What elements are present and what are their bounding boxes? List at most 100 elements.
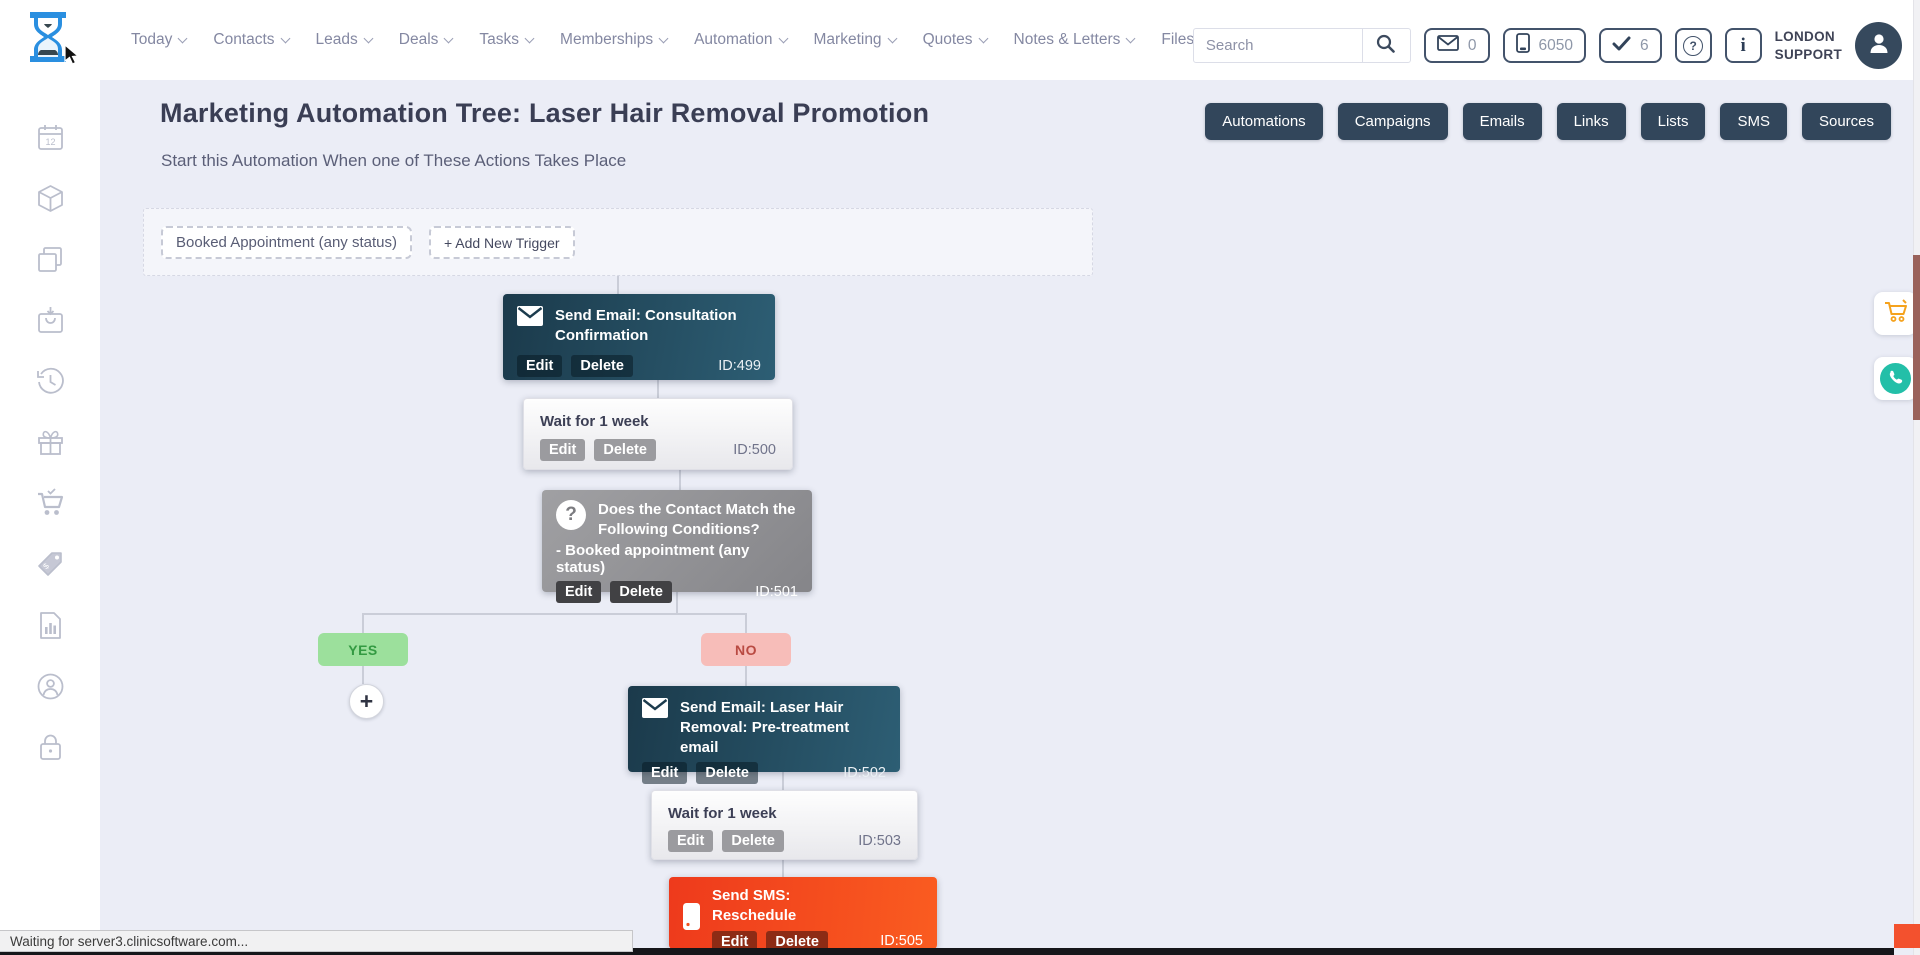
- tasks-badge[interactable]: 6: [1599, 28, 1662, 63]
- nav-label: Notes & Letters: [1014, 31, 1121, 49]
- links-button[interactable]: Links: [1557, 103, 1626, 140]
- edit-button[interactable]: Edit: [540, 439, 585, 461]
- node-title: Send Email: Laser Hair Removal: Pre-trea…: [680, 698, 886, 757]
- floating-whatsapp-button[interactable]: [1874, 357, 1917, 400]
- node-id: ID:499: [718, 358, 761, 374]
- lists-button[interactable]: Lists: [1641, 103, 1706, 140]
- connector-line: [617, 276, 619, 294]
- account-name-line2: SUPPORT: [1775, 46, 1842, 64]
- account-circle-icon[interactable]: [35, 671, 66, 702]
- sms-button[interactable]: SMS: [1720, 103, 1787, 140]
- nav-contacts[interactable]: Contacts: [213, 31, 288, 49]
- edit-button[interactable]: Edit: [556, 581, 601, 603]
- automation-node-condition-501[interactable]: ? Does the Contact Match the Following C…: [542, 490, 812, 592]
- package-icon[interactable]: [35, 183, 66, 214]
- connector-line: [745, 613, 747, 633]
- delete-button[interactable]: Delete: [722, 830, 784, 852]
- edit-button[interactable]: Edit: [517, 355, 562, 377]
- branch-no-label: NO: [701, 633, 791, 666]
- nav-label: Memberships: [560, 31, 653, 49]
- history-icon[interactable]: [35, 366, 66, 397]
- automations-button[interactable]: Automations: [1205, 103, 1322, 140]
- automation-node-wait-500[interactable]: Wait for 1 week Edit Delete ID:500: [523, 398, 793, 470]
- connector-line: [362, 666, 364, 684]
- automation-node-wait-503[interactable]: Wait for 1 week Edit Delete ID:503: [651, 790, 918, 860]
- nav-marketing[interactable]: Marketing: [814, 31, 896, 49]
- connector-line: [362, 613, 747, 615]
- page-subtitle: Start this Automation When one of These …: [161, 151, 626, 171]
- nav-label: Quotes: [923, 31, 973, 49]
- report-icon[interactable]: [35, 610, 66, 641]
- delete-button[interactable]: Delete: [594, 439, 656, 461]
- avatar[interactable]: [1855, 22, 1902, 69]
- nav-automation[interactable]: Automation: [694, 31, 786, 49]
- sources-button[interactable]: Sources: [1802, 103, 1891, 140]
- lock-icon[interactable]: [35, 732, 66, 763]
- gift-icon[interactable]: [35, 427, 66, 458]
- search-button[interactable]: [1362, 29, 1408, 62]
- calendar-icon[interactable]: 12: [35, 122, 66, 153]
- envelope-icon: [517, 306, 543, 331]
- delete-button[interactable]: Delete: [571, 355, 633, 377]
- add-step-button[interactable]: +: [349, 684, 384, 719]
- search-input[interactable]: [1194, 37, 1362, 54]
- add-trigger-button[interactable]: + Add New Trigger: [429, 226, 575, 259]
- main-nav: Today Contacts Leads Deals Tasks Members…: [131, 0, 1194, 80]
- chevron-down-icon: [978, 33, 988, 43]
- bag-download-icon[interactable]: [35, 305, 66, 336]
- delete-button[interactable]: Delete: [610, 581, 672, 603]
- node-title: Send SMS: Reschedule: [712, 886, 868, 926]
- delete-button[interactable]: Delete: [696, 762, 758, 784]
- mobile-icon: [1516, 33, 1530, 58]
- clinicsoftware-app: Today Contacts Leads Deals Tasks Members…: [0, 0, 1920, 955]
- automation-node-email-502[interactable]: Send Email: Laser Hair Removal: Pre-trea…: [628, 686, 900, 772]
- info-button[interactable]: i: [1725, 28, 1762, 63]
- scrollbar-thumb[interactable]: [1913, 255, 1920, 420]
- copy-icon[interactable]: [35, 244, 66, 275]
- nav-files[interactable]: Files: [1161, 31, 1194, 49]
- campaigns-button[interactable]: Campaigns: [1338, 103, 1448, 140]
- node-id: ID:501: [755, 584, 798, 600]
- scrollbar-track[interactable]: [1913, 0, 1920, 955]
- edit-button[interactable]: Edit: [642, 762, 687, 784]
- marketing-toolbar: Automations Campaigns Emails Links Lists…: [1205, 103, 1891, 140]
- node-id: ID:503: [858, 833, 901, 849]
- calls-count: 6050: [1539, 37, 1573, 55]
- nav-leads[interactable]: Leads: [316, 31, 372, 49]
- messages-badge[interactable]: 0: [1424, 28, 1490, 63]
- top-header: Today Contacts Leads Deals Tasks Members…: [0, 0, 1920, 80]
- chevron-down-icon: [525, 33, 535, 43]
- user-icon: [1866, 30, 1892, 61]
- nav-quotes[interactable]: Quotes: [923, 31, 987, 49]
- nav-label: Leads: [316, 31, 358, 49]
- price-tag-icon[interactable]: $: [35, 549, 66, 580]
- trigger-container: Booked Appointment (any status) + Add Ne…: [143, 208, 1093, 276]
- help-button[interactable]: ?: [1675, 28, 1712, 63]
- chevron-down-icon: [1126, 33, 1136, 43]
- floating-cart-button[interactable]: [1874, 292, 1917, 335]
- nav-label: Automation: [694, 31, 772, 49]
- nav-today[interactable]: Today: [131, 31, 186, 49]
- nav-tasks[interactable]: Tasks: [479, 31, 533, 49]
- trigger-chip[interactable]: Booked Appointment (any status): [161, 226, 412, 259]
- calls-badge[interactable]: 6050: [1503, 28, 1586, 63]
- automation-node-sms-505[interactable]: Send SMS: Reschedule Edit Delete ID:505: [669, 877, 937, 949]
- envelope-icon: [642, 698, 668, 723]
- edit-button[interactable]: Edit: [668, 830, 713, 852]
- automation-node-email-499[interactable]: Send Email: Consultation Confirmation Ed…: [503, 294, 775, 380]
- connector-line: [657, 379, 659, 398]
- cart-icon: [1883, 299, 1909, 328]
- search-icon: [1376, 34, 1395, 58]
- nav-deals[interactable]: Deals: [399, 31, 453, 49]
- nav-notes-letters[interactable]: Notes & Letters: [1014, 31, 1135, 49]
- chevron-down-icon: [778, 33, 788, 43]
- cart-icon[interactable]: [35, 488, 66, 519]
- chevron-down-icon: [887, 33, 897, 43]
- chevron-down-icon: [444, 33, 454, 43]
- nav-memberships[interactable]: Memberships: [560, 31, 667, 49]
- nav-label: Files: [1161, 31, 1194, 49]
- node-id: ID:502: [843, 765, 886, 781]
- emails-button[interactable]: Emails: [1463, 103, 1542, 140]
- condition-text: - Booked appointment (any status): [556, 542, 798, 576]
- chevron-down-icon: [363, 33, 373, 43]
